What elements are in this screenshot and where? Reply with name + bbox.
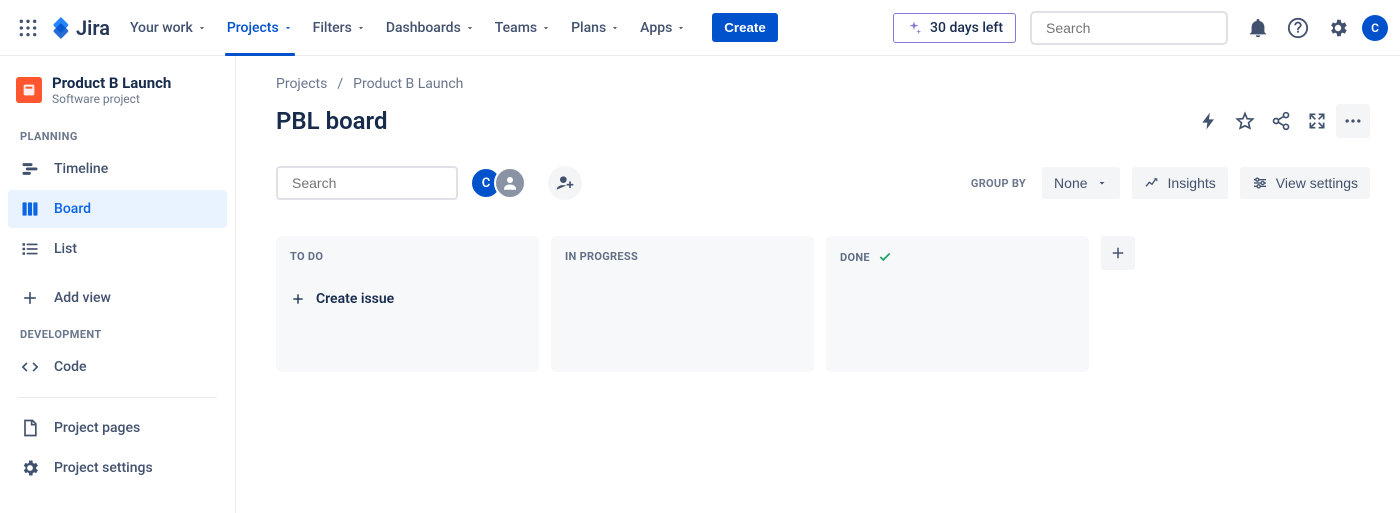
nav-projects[interactable]: Projects xyxy=(217,0,303,55)
board-search-input[interactable] xyxy=(292,175,473,191)
chevron-down-icon xyxy=(283,23,293,33)
board-avatars: C xyxy=(470,167,526,199)
days-left-text: 30 days left xyxy=(930,20,1003,36)
section-planning-label: PLANNING xyxy=(8,120,227,149)
group-by-value: None xyxy=(1054,175,1087,191)
sparkle-icon xyxy=(906,20,922,36)
view-settings-button[interactable]: View settings xyxy=(1240,167,1370,199)
add-people-button[interactable] xyxy=(548,166,582,200)
global-search-input[interactable] xyxy=(1046,20,1227,36)
help-icon[interactable] xyxy=(1282,12,1314,44)
jira-logo-icon xyxy=(50,17,72,39)
create-button[interactable]: Create xyxy=(712,13,778,42)
code-icon xyxy=(20,357,40,377)
unassigned-avatar[interactable] xyxy=(494,167,526,199)
nav-apps[interactable]: Apps xyxy=(630,0,696,55)
sidebar-item-label: Project settings xyxy=(54,460,153,476)
plus-icon xyxy=(1109,244,1127,262)
board-header-actions xyxy=(1192,104,1370,138)
plus-icon xyxy=(20,288,40,308)
board-icon xyxy=(20,199,40,219)
board-header: PBL board xyxy=(276,104,1370,138)
more-icon[interactable] xyxy=(1336,104,1370,138)
section-development-label: DEVELOPMENT xyxy=(8,318,227,347)
chevron-down-icon xyxy=(610,23,620,33)
project-header[interactable]: Product B Launch Software project xyxy=(8,74,227,120)
sidebar-item-label: Add view xyxy=(54,290,111,306)
notifications-icon[interactable] xyxy=(1242,12,1274,44)
gear-icon xyxy=(20,458,40,478)
project-subtitle: Software project xyxy=(52,92,171,106)
sidebar-item-list[interactable]: List xyxy=(8,230,227,268)
sidebar-item-timeline[interactable]: Timeline xyxy=(8,150,227,188)
jira-logo-text: Jira xyxy=(76,16,110,40)
chevron-down-icon xyxy=(676,23,686,33)
nav-your-work[interactable]: Your work xyxy=(120,0,217,55)
column-in-progress[interactable]: IN PROGRESS xyxy=(551,236,814,372)
column-done[interactable]: DONE xyxy=(826,236,1089,372)
sliders-icon xyxy=(1252,175,1268,191)
plus-icon xyxy=(290,291,306,307)
list-icon xyxy=(20,239,40,259)
app-switcher-icon[interactable] xyxy=(12,12,44,44)
create-issue-button[interactable]: Create issue xyxy=(290,291,529,307)
insights-icon xyxy=(1144,175,1160,191)
nav-filters[interactable]: Filters xyxy=(303,0,376,55)
nav-plans[interactable]: Plans xyxy=(561,0,630,55)
main-content: Projects / Product B Launch PBL board xyxy=(236,56,1400,513)
breadcrumb: Projects / Product B Launch xyxy=(276,76,1370,92)
timeline-icon xyxy=(20,159,40,179)
sidebar-item-label: Code xyxy=(54,359,86,375)
chevron-down-icon xyxy=(1096,177,1108,189)
project-title: Product B Launch xyxy=(52,74,171,92)
global-search[interactable] xyxy=(1030,11,1228,45)
board-search[interactable] xyxy=(276,166,458,200)
sidebar-item-project-settings[interactable]: Project settings xyxy=(8,449,227,487)
column-header: IN PROGRESS xyxy=(565,250,804,263)
sidebar-item-label: Timeline xyxy=(54,161,108,177)
sidebar: Product B Launch Software project PLANNI… xyxy=(0,56,236,513)
chevron-down-icon xyxy=(197,23,207,33)
user-avatar[interactable]: C xyxy=(1362,15,1388,41)
nav-items: Your work Projects Filters Dashboards Te… xyxy=(120,0,696,55)
sidebar-item-add-view[interactable]: Add view xyxy=(8,279,227,317)
share-icon[interactable] xyxy=(1264,104,1298,138)
sidebar-item-board[interactable]: Board xyxy=(8,190,227,228)
page-icon xyxy=(20,418,40,438)
group-by-dropdown[interactable]: None xyxy=(1042,167,1119,199)
top-nav: Jira Your work Projects Filters Dashboar… xyxy=(0,0,1400,56)
group-by-label: GROUP BY xyxy=(971,177,1026,190)
automation-icon[interactable] xyxy=(1192,104,1226,138)
check-icon xyxy=(878,250,892,264)
chevron-down-icon xyxy=(356,23,366,33)
sidebar-item-label: List xyxy=(54,241,77,257)
sidebar-item-code[interactable]: Code xyxy=(8,348,227,386)
breadcrumb-current[interactable]: Product B Launch xyxy=(353,76,463,92)
breadcrumb-separator: / xyxy=(337,76,343,92)
column-todo[interactable]: TO DO Create issue xyxy=(276,236,539,372)
sidebar-divider xyxy=(18,397,217,398)
trial-days-left[interactable]: 30 days left xyxy=(893,13,1016,43)
column-header: TO DO xyxy=(290,250,529,263)
fullscreen-icon[interactable] xyxy=(1300,104,1334,138)
nav-teams[interactable]: Teams xyxy=(485,0,561,55)
project-avatar-icon xyxy=(16,77,42,103)
chevron-down-icon xyxy=(465,23,475,33)
add-column-button[interactable] xyxy=(1101,236,1135,270)
star-icon[interactable] xyxy=(1228,104,1262,138)
board-columns: TO DO Create issue IN PROGRESS DONE xyxy=(276,236,1370,372)
jira-logo[interactable]: Jira xyxy=(50,16,110,40)
settings-icon[interactable] xyxy=(1322,12,1354,44)
nav-dashboards[interactable]: Dashboards xyxy=(376,0,485,55)
sidebar-item-label: Project pages xyxy=(54,420,140,436)
sidebar-item-project-pages[interactable]: Project pages xyxy=(8,409,227,447)
insights-button[interactable]: Insights xyxy=(1132,167,1228,199)
board-controls: C GROUP BY None Insights View settings xyxy=(276,166,1370,200)
board-title: PBL board xyxy=(276,107,387,135)
column-header: DONE xyxy=(840,250,1079,264)
chevron-down-icon xyxy=(541,23,551,33)
breadcrumb-root[interactable]: Projects xyxy=(276,76,327,92)
sidebar-item-label: Board xyxy=(54,201,91,217)
